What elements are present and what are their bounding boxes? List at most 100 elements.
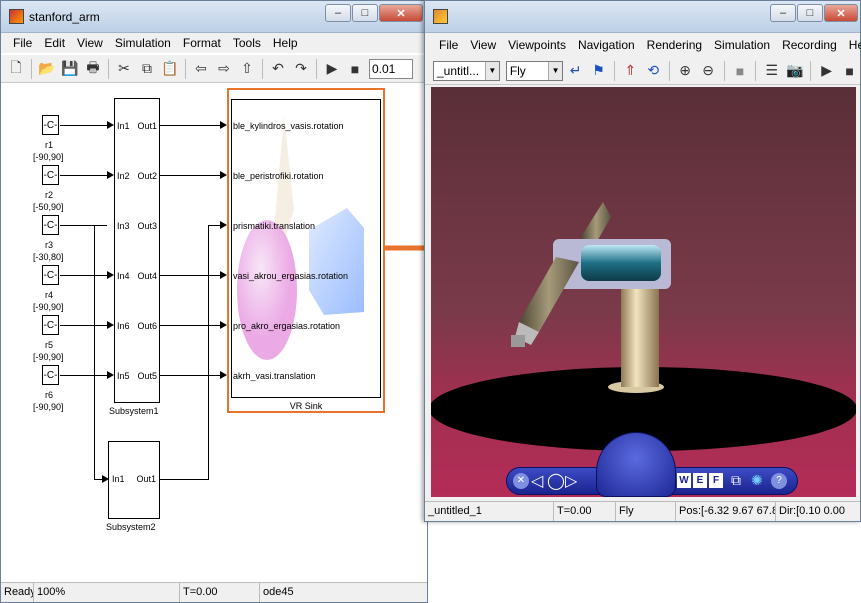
fly-mode-button[interactable]: F	[709, 473, 723, 488]
menu-simulation[interactable]: Simulation	[708, 35, 776, 55]
maximize-button[interactable]: □	[352, 4, 378, 22]
signal-line[interactable]	[94, 225, 95, 479]
print-icon[interactable]: 🖶	[82, 58, 104, 80]
menu-view[interactable]: View	[464, 35, 502, 55]
menu-tools[interactable]: Tools	[227, 33, 267, 53]
toolbar-separator	[108, 58, 109, 79]
menu-view[interactable]: View	[71, 33, 109, 53]
copy-icon[interactable]: ⧉	[136, 58, 158, 80]
up-arrow-icon[interactable]: ⇧	[236, 58, 258, 80]
vr-scene-viewport[interactable]: ✕ ◁ ◯ ▷ W E F ⧉ ✺ ?	[431, 87, 856, 497]
menu-edit[interactable]: Edit	[38, 33, 71, 53]
close-button[interactable]: ✕	[379, 4, 423, 22]
maximize-button[interactable]: □	[797, 4, 823, 22]
examine-mode-button[interactable]: E	[693, 473, 707, 488]
constant-block-r3[interactable]: -C-	[42, 215, 59, 235]
paste-icon[interactable]: 📋	[159, 58, 181, 80]
edit-world-icon[interactable]: ☰	[761, 60, 782, 82]
vr-sink-input-label: akrh_vasi.translation	[233, 371, 316, 381]
vr-sink-highlight[interactable]: ble_kylindros_vasis.rotation ble_peristr…	[227, 88, 385, 413]
straighten-icon[interactable]: ⇑	[620, 60, 641, 82]
signal-line[interactable]	[60, 125, 107, 126]
signal-line[interactable]	[208, 225, 220, 226]
subsystem2-block[interactable]: In1 Out1	[108, 441, 160, 519]
signal-line[interactable]	[208, 225, 209, 480]
save-icon[interactable]: 💾	[59, 58, 81, 80]
toolbar-separator	[723, 60, 725, 81]
menu-rendering[interactable]: Rendering	[641, 35, 708, 55]
subsystem2-out-port: Out1	[136, 474, 156, 484]
menu-help[interactable]: Help	[267, 33, 304, 53]
play-icon[interactable]: ▶	[816, 60, 837, 82]
signal-line[interactable]	[94, 225, 107, 226]
subsystem1-in-port: In4	[117, 271, 130, 281]
minimize-button[interactable]: –	[770, 4, 796, 22]
signal-line[interactable]	[94, 479, 102, 480]
simulink-titlebar[interactable]: stanford_arm – □ ✕	[1, 1, 427, 33]
menu-navigation[interactable]: Navigation	[572, 35, 641, 55]
vr-titlebar[interactable]: – □ ✕	[425, 1, 860, 33]
minimize-button[interactable]: –	[325, 4, 351, 22]
signal-line[interactable]	[60, 175, 107, 176]
nav-right-arrow-icon[interactable]: ▷	[565, 471, 577, 491]
lighting-icon[interactable]: ✺	[751, 472, 763, 489]
stop-icon[interactable]: ■	[839, 60, 860, 82]
arrow-head-icon	[107, 121, 114, 129]
go-to-default-viewpoint-icon[interactable]: ⟲	[643, 60, 664, 82]
capture-frame-icon[interactable]: 📷	[784, 60, 805, 82]
constant-block-r6[interactable]: -C-	[42, 365, 59, 385]
navigation-mode-select[interactable]: Fly ▼	[505, 60, 564, 81]
close-panel-icon[interactable]: ✕	[513, 473, 529, 489]
close-button[interactable]: ✕	[824, 4, 858, 22]
stop-icon[interactable]: ■	[344, 58, 366, 80]
vr-toolbar: _untitl... ▼ Fly ▼ ↵ ⚑ ⇑ ⟲ ⊕ ⊖ ■ ☰ 📷 ▶ ■	[425, 57, 860, 85]
undo-icon[interactable]: ↶	[267, 58, 289, 80]
back-arrow-icon[interactable]: ⇦	[190, 58, 212, 80]
constant-name-r6: r6	[45, 390, 54, 400]
chevron-down-icon: ▼	[484, 61, 499, 80]
new-model-icon[interactable]: 🗋	[5, 58, 27, 80]
menu-simulation[interactable]: Simulation	[109, 33, 177, 53]
zoom-in-icon[interactable]: ⊕	[675, 60, 696, 82]
nav-left-arrow-icon[interactable]: ◁	[531, 471, 543, 491]
signal-line[interactable]	[160, 175, 220, 176]
menu-file[interactable]: File	[7, 33, 38, 53]
subsystem1-block[interactable]: In1 In2 In3 In4 In6 In5 Out1 Out2 Out3 O…	[114, 98, 160, 403]
flag-icon[interactable]: ⚑	[588, 60, 609, 82]
signal-line[interactable]	[60, 225, 94, 226]
walk-mode-button[interactable]: W	[677, 473, 691, 488]
forward-arrow-icon[interactable]: ⇨	[213, 58, 235, 80]
signal-line[interactable]	[160, 125, 220, 126]
signal-line[interactable]	[160, 325, 220, 326]
menu-help[interactable]: Help	[843, 35, 861, 55]
constant-block-r2[interactable]: -C-	[42, 165, 59, 185]
constant-block-r5[interactable]: -C-	[42, 315, 59, 335]
signal-line[interactable]	[60, 325, 107, 326]
redo-icon[interactable]: ↷	[290, 58, 312, 80]
constant-name-r3: r3	[45, 240, 54, 250]
menu-recording[interactable]: Recording	[776, 35, 843, 55]
run-icon[interactable]: ▶	[321, 58, 343, 80]
return-to-viewpoint-icon[interactable]: ↵	[565, 60, 586, 82]
model-canvas[interactable]: -C- r1 [-90,90] -C- r2 [-50,90] -C- r3 […	[7, 85, 423, 577]
constant-block-r4[interactable]: -C-	[42, 265, 59, 285]
headlight-icon[interactable]: ⧉	[731, 472, 741, 489]
menu-file[interactable]: File	[433, 35, 464, 55]
nav-circle-icon[interactable]: ◯	[547, 471, 565, 491]
record-icon[interactable]: ■	[730, 60, 751, 82]
open-folder-icon[interactable]: 📂	[36, 58, 58, 80]
signal-line[interactable]	[60, 375, 107, 376]
signal-line[interactable]	[60, 275, 107, 276]
menu-format[interactable]: Format	[177, 33, 227, 53]
signal-line[interactable]	[160, 375, 220, 376]
viewpoint-select[interactable]: _untitl... ▼	[433, 60, 500, 81]
stop-time-input[interactable]	[369, 58, 413, 79]
constant-block-r1[interactable]: -C-	[42, 115, 59, 135]
signal-line[interactable]	[160, 479, 208, 480]
zoom-out-icon[interactable]: ⊖	[698, 60, 719, 82]
signal-line[interactable]	[160, 275, 220, 276]
menu-viewpoints[interactable]: Viewpoints	[502, 35, 572, 55]
cut-icon[interactable]: ✂	[113, 58, 135, 80]
vr-sink-preview-graphic	[237, 115, 364, 360]
help-icon[interactable]: ?	[771, 473, 787, 489]
